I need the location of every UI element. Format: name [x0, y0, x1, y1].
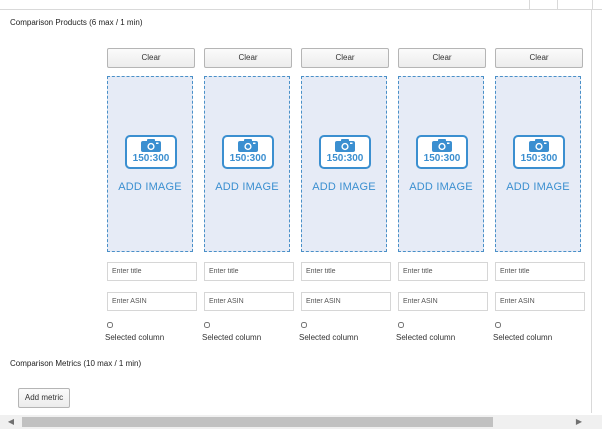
image-ratio-text: 150:300	[132, 153, 170, 164]
selected-column-label: Selected column	[105, 333, 165, 342]
title-input[interactable]	[495, 262, 585, 281]
image-ratio-text: 150:300	[326, 153, 364, 164]
title-input[interactable]	[204, 262, 294, 281]
product-column: Clear 150:300 ADD IMAGE Selected column	[202, 48, 294, 348]
asin-input[interactable]	[204, 292, 294, 311]
chevron-left-icon[interactable]: ◀	[4, 415, 18, 429]
selected-column-checkbox[interactable]	[204, 322, 210, 328]
clear-button[interactable]: Clear	[204, 48, 292, 68]
chevron-right-icon[interactable]: ▶	[572, 415, 586, 429]
selected-column-checkbox[interactable]	[495, 322, 501, 328]
selected-column-label: Selected column	[493, 333, 553, 342]
selected-column-checkbox[interactable]	[398, 322, 404, 328]
add-metric-button[interactable]: Add metric	[18, 388, 70, 408]
image-placeholder-box: 150:300	[222, 135, 274, 169]
asin-input[interactable]	[301, 292, 391, 311]
selected-column-label: Selected column	[299, 333, 359, 342]
camera-icon	[238, 139, 258, 152]
product-column: Clear 150:300 ADD IMAGE Selected column	[105, 48, 197, 348]
add-image-label: ADD IMAGE	[312, 181, 376, 193]
asin-input[interactable]	[495, 292, 585, 311]
selected-column-checkbox[interactable]	[301, 322, 307, 328]
selected-column-label: Selected column	[202, 333, 262, 342]
camera-icon	[529, 139, 549, 152]
add-image-label: ADD IMAGE	[215, 181, 279, 193]
clear-button[interactable]: Clear	[301, 48, 389, 68]
camera-icon	[432, 139, 452, 152]
toolbar-tab[interactable]	[529, 0, 558, 9]
title-input[interactable]	[107, 262, 197, 281]
add-image-label: ADD IMAGE	[118, 181, 182, 193]
selected-column-label: Selected column	[396, 333, 456, 342]
horizontal-scrollbar[interactable]: ◀ ▶	[0, 415, 602, 429]
asin-input[interactable]	[398, 292, 488, 311]
add-image-dropzone[interactable]: 150:300 ADD IMAGE	[107, 76, 193, 252]
product-column: Clear 150:300 ADD IMAGE Selected column	[493, 48, 585, 348]
clear-button[interactable]: Clear	[495, 48, 583, 68]
title-input[interactable]	[301, 262, 391, 281]
clear-button[interactable]: Clear	[107, 48, 195, 68]
comparison-metrics-title: Comparison Metrics (10 max / 1 min)	[10, 359, 142, 368]
image-ratio-text: 150:300	[423, 153, 461, 164]
comparison-products-title: Comparison Products (6 max / 1 min)	[10, 18, 143, 27]
add-image-dropzone[interactable]: 150:300 ADD IMAGE	[204, 76, 290, 252]
camera-icon	[141, 139, 161, 152]
add-image-dropzone[interactable]: 150:300 ADD IMAGE	[495, 76, 581, 252]
toolbar-tab[interactable]	[557, 0, 593, 9]
image-placeholder-box: 150:300	[416, 135, 468, 169]
add-image-dropzone[interactable]: 150:300 ADD IMAGE	[398, 76, 484, 252]
add-image-dropzone[interactable]: 150:300 ADD IMAGE	[301, 76, 387, 252]
add-image-label: ADD IMAGE	[409, 181, 473, 193]
image-placeholder-box: 150:300	[513, 135, 565, 169]
add-image-label: ADD IMAGE	[506, 181, 570, 193]
product-column: Clear 150:300 ADD IMAGE Selected column	[396, 48, 488, 348]
scrollbar-thumb[interactable]	[22, 417, 493, 427]
title-input[interactable]	[398, 262, 488, 281]
panel-border	[591, 9, 592, 413]
camera-icon	[335, 139, 355, 152]
product-column: Clear 150:300 ADD IMAGE Selected column	[299, 48, 391, 348]
top-toolbar	[0, 0, 602, 10]
image-placeholder-box: 150:300	[125, 135, 177, 169]
clear-button[interactable]: Clear	[398, 48, 486, 68]
asin-input[interactable]	[107, 292, 197, 311]
selected-column-checkbox[interactable]	[107, 322, 113, 328]
image-ratio-text: 150:300	[229, 153, 267, 164]
image-placeholder-box: 150:300	[319, 135, 371, 169]
image-ratio-text: 150:300	[520, 153, 558, 164]
